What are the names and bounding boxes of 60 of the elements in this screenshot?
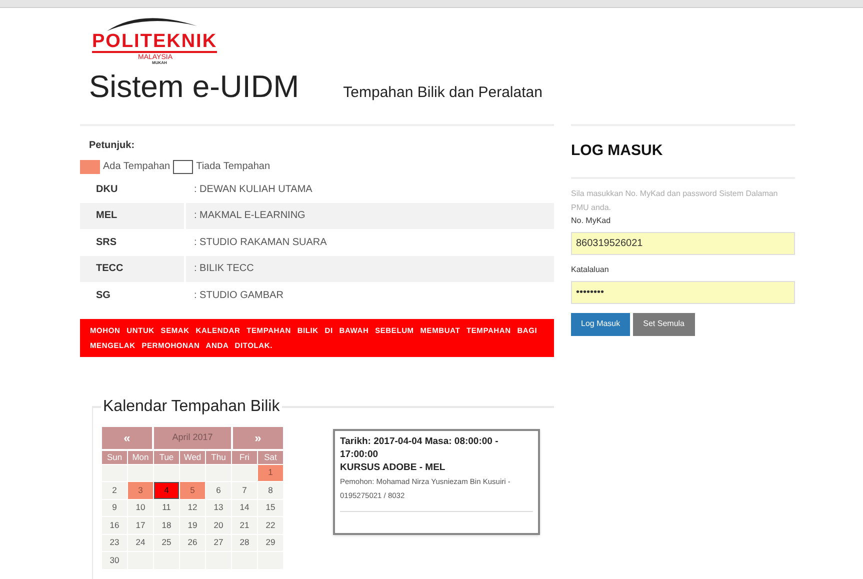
weekday-header: Sun — [102, 450, 127, 464]
weekday-header: Sat — [258, 450, 283, 464]
legend-title: Petunjuk: — [89, 139, 136, 153]
calendar-day[interactable]: 4 — [154, 482, 179, 498]
calendar-day[interactable]: 20 — [206, 517, 231, 534]
calendar-day[interactable]: 2 — [102, 482, 127, 498]
calendar-day[interactable]: 17 — [128, 517, 153, 534]
table-cell: : STUDIO GAMBAR — [184, 282, 554, 308]
calendar-day[interactable]: 19 — [180, 517, 205, 534]
calendar-day[interactable]: 15 — [258, 500, 283, 516]
page-title: Sistem e-UIDM — [89, 71, 300, 102]
calendar-day[interactable]: 16 — [102, 517, 127, 534]
calendar-day[interactable]: 7 — [232, 482, 257, 498]
table-cell: : BILIK TECC — [184, 256, 554, 282]
logo-name: POLITEKNIK — [92, 32, 218, 53]
calendar-day[interactable]: 8 — [258, 482, 283, 498]
calendar-day[interactable]: 22 — [258, 517, 283, 534]
calendar-day[interactable]: 10 — [128, 500, 153, 516]
table-cell: : MAKMAL E-LEARNING — [184, 202, 554, 229]
month-label: April 2017 — [154, 426, 231, 448]
calendar-day[interactable]: 26 — [180, 534, 205, 551]
calendar-day[interactable]: 27 — [206, 534, 231, 551]
reset-button[interactable]: Set Semula — [633, 312, 694, 336]
login-button[interactable]: Log Masuk — [571, 312, 630, 336]
weekday-header: Tue — [154, 450, 179, 464]
calendar-day[interactable]: 25 — [154, 534, 179, 551]
input-field[interactable]: •••••••• — [571, 280, 795, 304]
calendar-day[interactable]: 12 — [180, 500, 205, 516]
field-label: Katalaluan — [571, 264, 610, 276]
table-cell-text: MEL — [95, 209, 118, 224]
calendar-day[interactable]: 6 — [206, 482, 231, 498]
calendar-day[interactable]: 30 — [102, 552, 127, 568]
login-hint: Sila masukkan No. MyKad dan password Sistem Dalaman PMU anda. — [571, 188, 779, 214]
login-title: LOG MASUK — [571, 140, 795, 178]
table-cell-text: DKU — [95, 182, 119, 197]
weekday-header: Mon — [128, 450, 153, 464]
calendar-day[interactable]: 29 — [258, 534, 283, 551]
calendar-day[interactable]: 24 — [128, 534, 153, 551]
weekday-header: Thu — [206, 450, 231, 464]
calendar-day[interactable]: 28 — [232, 534, 257, 551]
calendar-day[interactable]: 18 — [154, 517, 179, 534]
calendar-day[interactable]: 9 — [102, 500, 127, 516]
weekday-header: Fri — [232, 450, 257, 464]
legend-label: Tiada Tempahan — [196, 160, 270, 174]
calendar-day[interactable]: 13 — [206, 500, 231, 516]
booking-event: KURSUS ADOBE - MEL — [340, 460, 446, 474]
table-cell-text: SRS — [95, 236, 118, 250]
calendar-title: Kalendar Tempahan Bilik — [102, 396, 281, 416]
calendar-day[interactable]: 23 — [102, 534, 127, 551]
page-subtitle: Tempahan Bilik dan Peralatan — [343, 82, 542, 102]
calendar-day[interactable]: 14 — [232, 500, 257, 516]
calendar-day[interactable]: 21 — [232, 517, 257, 534]
field-label: No. MyKad — [571, 214, 612, 226]
calendar-day[interactable]: 11 — [154, 500, 179, 516]
legend-label: Ada Tempahan — [103, 160, 170, 174]
table-cell-text: TECC — [95, 262, 124, 276]
input-field[interactable]: 860319526021 — [571, 232, 795, 254]
booking-heading: Tarikh: 2017-04-04 Masa: 08:00:00 - 17:00:00 — [340, 434, 500, 460]
table-cell-text: SG — [95, 288, 112, 303]
weekday-header: Wed — [180, 450, 205, 464]
